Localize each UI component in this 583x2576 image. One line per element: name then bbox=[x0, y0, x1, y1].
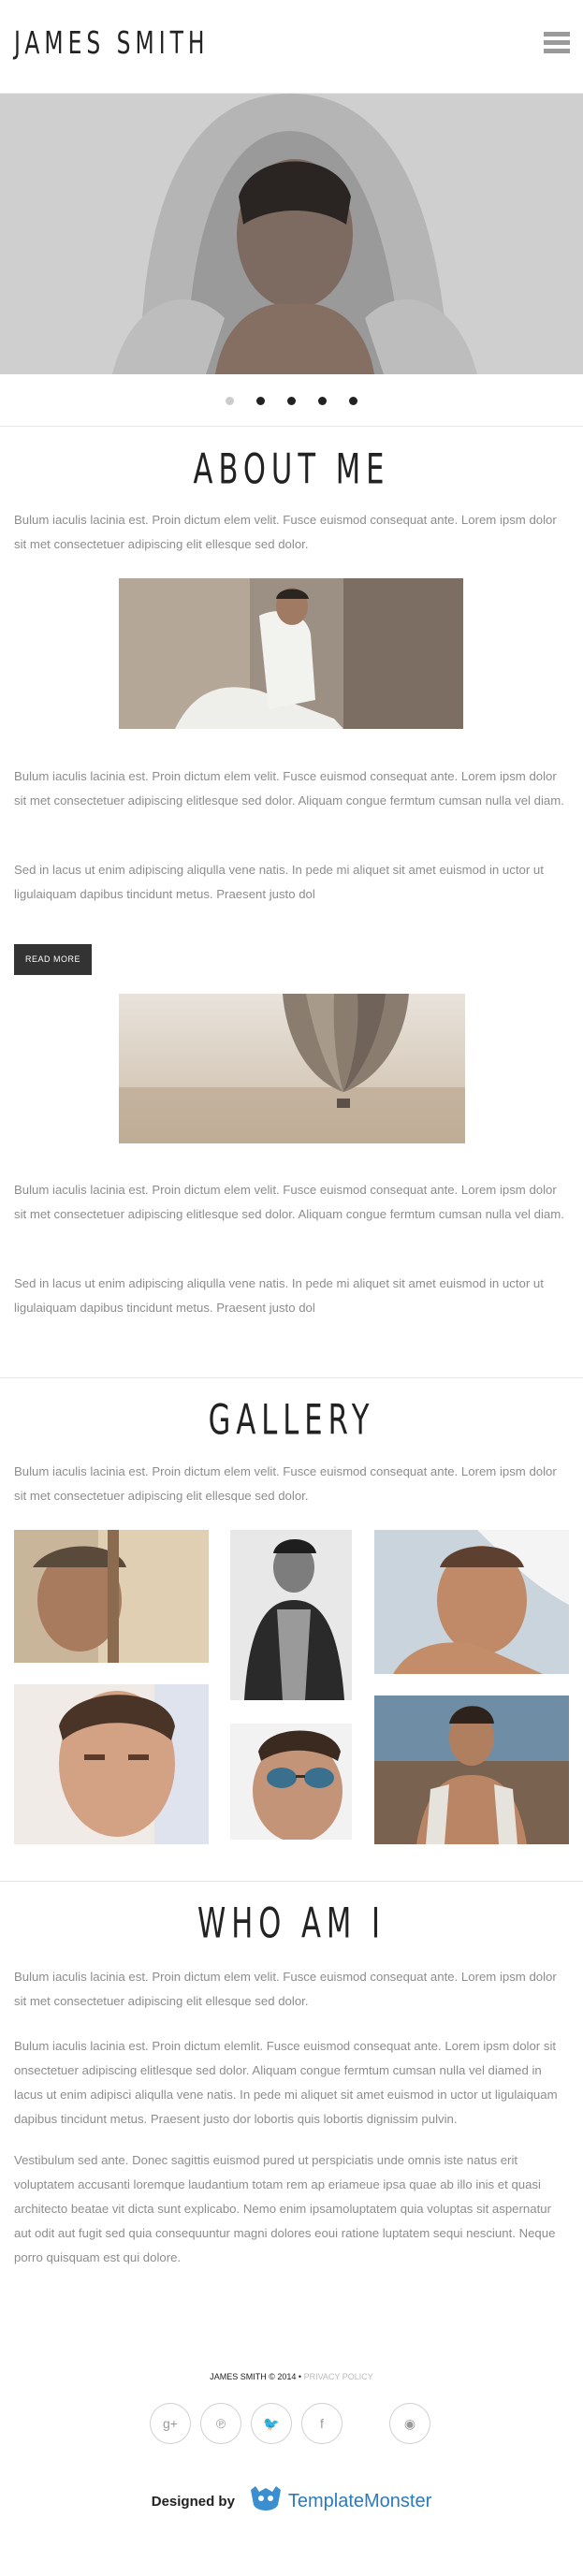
gallery-title: GALLERY bbox=[208, 1396, 375, 1445]
whoami-title: WHO AM I bbox=[197, 1899, 386, 1948]
dribbble-icon[interactable]: ◉ bbox=[389, 2403, 430, 2444]
slider-pagination bbox=[0, 393, 583, 410]
templatemonster-brand[interactable]: TemplateMonster bbox=[288, 2491, 431, 2511]
footer-copyright: JAMES SMITH © 2014 • PRIVACY POLICY bbox=[0, 2372, 583, 2381]
whoami-paragraph-3: Vestibulum sed ante. Donec sagittis euis… bbox=[14, 2153, 556, 2264]
pinterest-icon[interactable]: ℗ bbox=[200, 2403, 241, 2444]
designed-by-credit: Designed by TemplateMonster bbox=[0, 2484, 583, 2519]
gallery-image-4[interactable] bbox=[14, 1684, 209, 1844]
section-divider bbox=[0, 426, 583, 427]
section-divider bbox=[0, 1377, 583, 1378]
about-photo-balloon bbox=[119, 994, 465, 1143]
about-paragraph-4: Sed in lacus ut enim adipiscing aliqulla… bbox=[14, 1276, 544, 1315]
about-paragraph-3: Bulum iaculis lacinia est. Proin dictum … bbox=[14, 1183, 564, 1221]
gallery-image-3[interactable] bbox=[374, 1530, 569, 1674]
gallery-image-1[interactable] bbox=[14, 1530, 209, 1663]
slider-dot[interactable] bbox=[287, 397, 296, 405]
about-title: ABOUT ME bbox=[193, 445, 390, 494]
about-intro: Bulum iaculis lacinia est. Proin dictum … bbox=[14, 513, 557, 551]
hero-slider-image bbox=[0, 94, 583, 374]
slider-dot[interactable] bbox=[349, 397, 357, 405]
about-paragraph-2: Sed in lacus ut enim adipiscing aliqulla… bbox=[14, 863, 544, 901]
read-more-button[interactable]: READ MORE bbox=[14, 944, 92, 975]
whoami-paragraph-2: Bulum iaculis lacinia est. Proin dictum … bbox=[14, 2039, 558, 2126]
whoami-paragraph-1: Bulum iaculis lacinia est. Proin dictum … bbox=[14, 1970, 557, 2008]
facebook-icon[interactable]: f bbox=[301, 2403, 343, 2444]
gallery-image-6[interactable] bbox=[374, 1696, 569, 1844]
section-divider bbox=[0, 1881, 583, 1882]
privacy-policy-link[interactable]: PRIVACY POLICY bbox=[304, 2372, 373, 2381]
about-paragraph-1: Bulum iaculis lacinia est. Proin dictum … bbox=[14, 769, 564, 808]
google-plus-icon[interactable]: g+ bbox=[150, 2403, 191, 2444]
gallery-image-2[interactable] bbox=[230, 1530, 352, 1700]
gallery-image-5[interactable] bbox=[230, 1724, 352, 1840]
slider-dot[interactable] bbox=[318, 397, 327, 405]
slider-dot[interactable] bbox=[256, 397, 265, 405]
twitter-icon[interactable]: 🐦 bbox=[251, 2403, 292, 2444]
templatemonster-logo-icon[interactable] bbox=[248, 2484, 284, 2519]
slider-dot[interactable] bbox=[226, 397, 234, 405]
menu-icon[interactable] bbox=[544, 32, 570, 56]
copyright-text: JAMES SMITH © 2014 • bbox=[210, 2372, 302, 2381]
designed-by-label: Designed by bbox=[151, 2494, 235, 2510]
site-logo[interactable]: JAMES SMITH bbox=[14, 26, 210, 62]
about-photo-man-in-white bbox=[119, 578, 463, 729]
header: JAMES SMITH bbox=[0, 0, 583, 94]
gallery-intro: Bulum iaculis lacinia est. Proin dictum … bbox=[14, 1464, 557, 1503]
